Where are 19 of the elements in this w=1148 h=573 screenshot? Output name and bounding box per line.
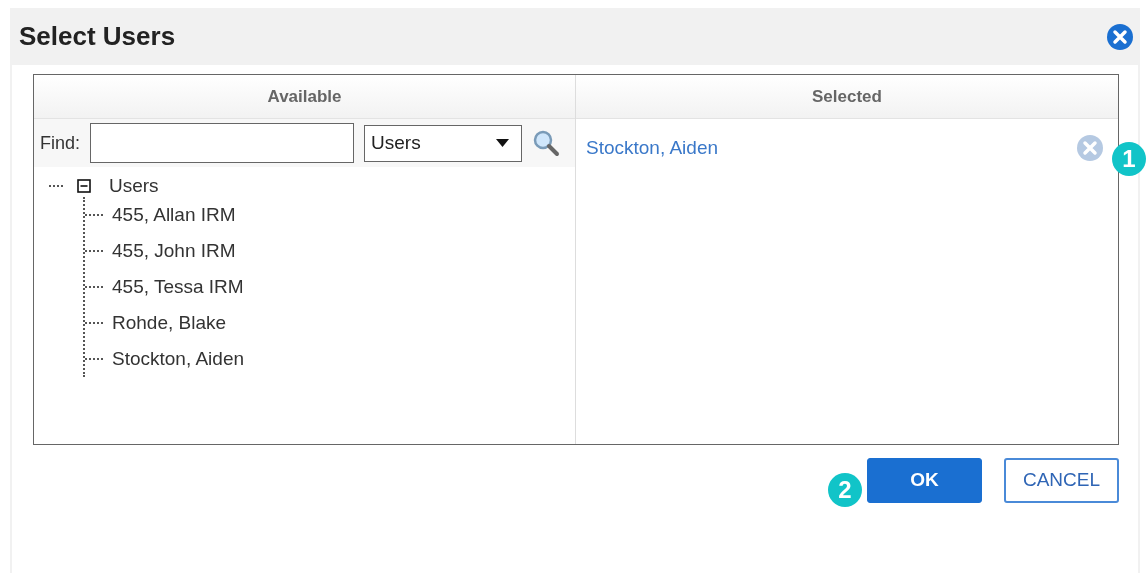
- tree-item[interactable]: Stockton, Aiden: [112, 344, 245, 374]
- tree-item[interactable]: 455, Allan IRM: [112, 200, 236, 230]
- tree-item[interactable]: 455, John IRM: [112, 236, 236, 266]
- close-icon[interactable]: [1106, 22, 1134, 51]
- find-label: Find:: [40, 131, 81, 155]
- tree-item[interactable]: Rohde, Blake: [112, 308, 227, 338]
- user-type-dropdown[interactable]: Users: [364, 124, 523, 162]
- selected-user[interactable]: Stockton, Aiden: [586, 133, 719, 163]
- tree-item[interactable]: Users: [109, 171, 159, 201]
- tree-item[interactable]: 455, Tessa IRM: [112, 272, 244, 302]
- collapse-icon[interactable]: [77, 179, 91, 193]
- cancel-button[interactable]: CANCEL: [1004, 458, 1119, 503]
- dialog-title: Select Users: [19, 20, 176, 53]
- caret-icon: [496, 139, 510, 147]
- search-icon[interactable]: [532, 129, 561, 157]
- find-field[interactable]: [90, 123, 355, 163]
- column-heading: Selected: [812, 85, 882, 108]
- ok-button[interactable]: OK: [867, 458, 982, 503]
- column-heading: Available: [267, 85, 342, 108]
